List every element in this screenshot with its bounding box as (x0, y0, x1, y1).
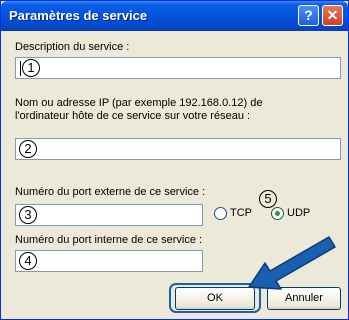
address-label-line1: Nom ou adresse IP (par exemple 192.168.0… (15, 97, 263, 109)
marker-2: 2 (19, 140, 37, 158)
help-icon[interactable]: ? (298, 5, 319, 26)
udp-label: UDP (287, 207, 311, 219)
radio-circle (214, 207, 227, 220)
service-settings-dialog: Paramètres de service ? ✕ Description du… (0, 0, 349, 320)
description-field[interactable]: 1 (15, 57, 341, 79)
address-label-line2: l'ordinateur hôte de ce service sur votr… (15, 110, 251, 122)
title-bar[interactable]: Paramètres de service ? ✕ (1, 1, 348, 31)
text-caret (20, 61, 21, 76)
tcp-label: TCP (230, 207, 252, 219)
external-port-field[interactable]: 3 (15, 204, 203, 226)
ok-label: OK (207, 292, 223, 304)
radio-circle (271, 207, 284, 220)
address-field[interactable]: 2 (15, 138, 341, 160)
description-label: Description du service : (15, 41, 130, 53)
radio-selected-dot (275, 211, 280, 216)
external-port-label: Numéro du port externe de ce service : (15, 186, 206, 198)
close-icon[interactable]: ✕ (322, 5, 343, 26)
marker-4: 4 (19, 252, 37, 270)
marker-3: 3 (19, 206, 37, 224)
marker-1: 1 (22, 59, 40, 77)
internal-port-field[interactable]: 4 (15, 250, 203, 272)
internal-port-label: Numéro du port interne de ce service : (15, 234, 203, 246)
marker-5: 5 (259, 190, 277, 208)
dialog-title: Paramètres de service (9, 8, 148, 23)
ok-button[interactable]: OK (175, 287, 255, 310)
pointer-arrow-icon (248, 236, 336, 290)
